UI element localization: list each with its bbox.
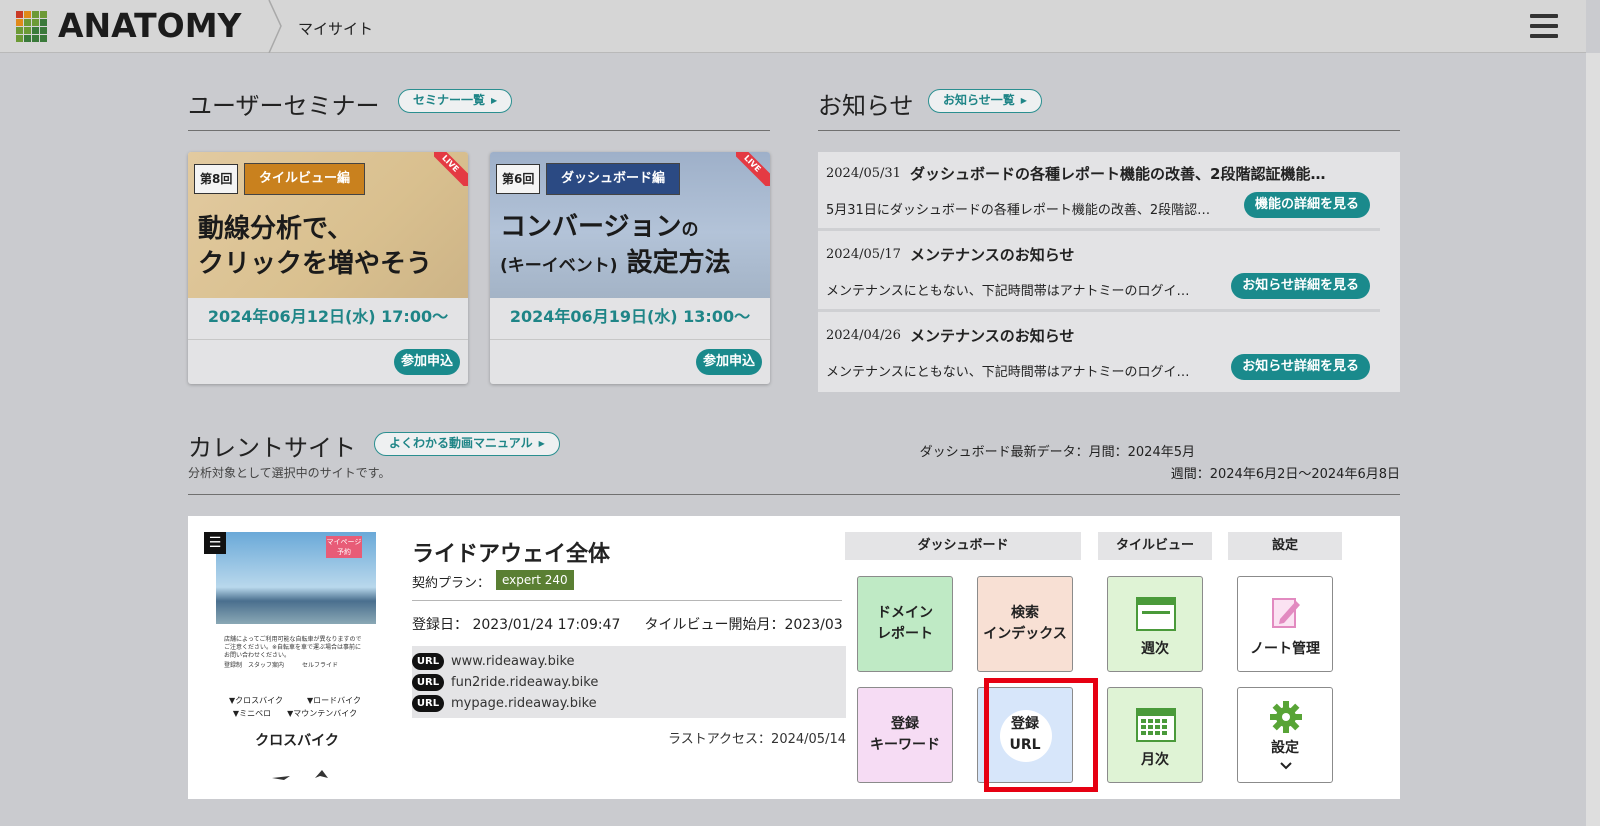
news-title[interactable]: メンテナンスのお知らせ (910, 244, 1370, 265)
url-tag: URL (412, 695, 444, 712)
news-detail-button[interactable]: お知らせ詳細を見る (1231, 354, 1370, 380)
settings-column-header: 設定 (1228, 532, 1342, 560)
live-ribbon: LIVE (736, 152, 770, 186)
plan-label: 契約プラン： (412, 576, 491, 591)
selection-highlight (984, 678, 1098, 792)
seminar-card[interactable]: 第8回 タイルビュー編 LIVE 動線分析で、 クリックを増やそう 2024年0… (188, 152, 468, 384)
news-detail-button[interactable]: お知らせ詳細を見る (1231, 273, 1370, 299)
news-item[interactable]: 2024/04/26 メンテナンスのお知らせ メンテナンスにともない、下記時間帯… (818, 314, 1380, 393)
seminar-headline: コンバージョンの (500, 212, 699, 242)
breadcrumb-chevron-icon (268, 0, 282, 53)
divider (412, 600, 842, 601)
url-row: URL www.rideaway.bike (412, 651, 846, 672)
news-detail-button[interactable]: 機能の詳細を見る (1243, 192, 1370, 218)
domain-report-tile[interactable]: ドメイン レポート (857, 576, 953, 672)
divider (490, 339, 770, 340)
current-site-title: カレントサイト (188, 434, 356, 462)
dashboard-column-header: ダッシュボード (845, 532, 1081, 560)
news-title[interactable]: メンテナンスのお知らせ (910, 325, 1370, 346)
url-tag: URL (412, 674, 444, 691)
thumbnail-fine-print: 店舗によってご利用可能な自転車が異なりますのでご注意ください。※自転車を車で運ぶ… (224, 636, 362, 669)
anatomy-logo-icon[interactable] (16, 11, 47, 42)
url-text: www.rideaway.bike (451, 654, 575, 669)
gear-icon (1270, 701, 1302, 733)
search-index-tile[interactable]: 検索 インデックス (977, 576, 1073, 672)
hamburger-menu-icon[interactable] (1530, 14, 1558, 38)
seminar-list-link[interactable]: セミナー一覧 ▶ (398, 89, 513, 113)
thumbnail-mypage-badge: マイページ 予約 (326, 536, 362, 558)
divider (818, 130, 1400, 131)
seminar-category-badge: ダッシュボード編 (546, 163, 681, 195)
triangle-right-icon: ▶ (491, 96, 498, 105)
plan-badge: expert 240 (496, 570, 574, 590)
url-tag: URL (412, 653, 444, 670)
monthly-tile[interactable]: 月次 (1107, 687, 1203, 783)
seminar-headline: クリックを増やそう (198, 249, 433, 279)
tileview-column-header: タイルビュー (1098, 532, 1212, 560)
news-description: メンテナンスにともない、下記時間帯はアナトミーのログイ… (826, 284, 1190, 299)
url-text: fun2ride.rideaway.bike (451, 675, 599, 690)
site-name: ライドアウェイ全体 (412, 542, 611, 567)
divider (188, 130, 770, 131)
news-list: 2024/05/31 ダッシュボードの各種レポート機能の改善、2段階認証機能… … (818, 152, 1400, 392)
seminar-date: 2024年06月12日(水) 17:00～ (207, 307, 449, 326)
brand-name[interactable]: ANATOMY (58, 6, 241, 45)
thumbnail-links: ▼クロスバイク ▼ロードバイク ▼ミニベロ ▼マウンテンバイク (229, 696, 361, 718)
news-description: メンテナンスにともない、下記時間帯はアナトミーのログイ… (826, 365, 1190, 380)
menu-icon: ☰ (204, 532, 226, 554)
seminar-headline: (キーイベント) 設定方法 (500, 248, 731, 278)
seminar-section-title: ユーザーセミナー (188, 92, 380, 120)
news-section-title: お知らせ (818, 92, 914, 120)
news-date: 2024/05/17 (826, 247, 901, 262)
calendar-grid-icon (1136, 708, 1176, 742)
seminar-headline: 動線分析で、 (198, 214, 353, 244)
news-date: 2024/05/31 (826, 166, 901, 181)
page-scrollbar[interactable] (1586, 53, 1600, 826)
current-site-subtitle: 分析対象として選択中のサイトです。 (188, 466, 391, 480)
seminar-number: 第6回 (496, 164, 541, 194)
dashboard-data-monthly: ダッシュボード最新データ：月間：2024年5月 (919, 445, 1195, 460)
note-edit-icon (1272, 598, 1300, 628)
current-site-panel: ☰ マイページ 予約 店舗によってご利用可能な自転車が異なりますのでご注意ください… (188, 516, 1400, 799)
last-access: ラストアクセス：2024/05/14 (667, 732, 846, 747)
note-management-tile[interactable]: ノート管理 (1237, 576, 1333, 672)
news-description: 5月31日にダッシュボードの各種レポート機能の改善、2段階認… (826, 203, 1211, 218)
news-title[interactable]: ダッシュボードの各種レポート機能の改善、2段階認証機能… (910, 163, 1370, 184)
weekly-tile[interactable]: 週次 (1107, 576, 1203, 672)
registration-info: 登録日： 2023/01/24 17:09:47 タイルビュー開始月：2023/0… (412, 617, 843, 633)
seminar-apply-button[interactable]: 参加申込 (695, 349, 762, 375)
url-row: URL mypage.rideaway.bike (412, 693, 846, 714)
divider (188, 494, 1400, 495)
news-date: 2024/04/26 (826, 328, 901, 343)
settings-tile[interactable]: 設定 (1237, 687, 1333, 783)
seminar-date: 2024年06月19日(水) 13:00～ (509, 307, 751, 326)
chevron-down-icon (1280, 762, 1292, 770)
top-header: ANATOMY マイサイト (0, 0, 1586, 53)
url-list: URL www.rideaway.bike URL fun2ride.rideawa… (412, 646, 846, 718)
news-item[interactable]: 2024/05/31 ダッシュボードの各種レポート機能の改善、2段階認証機能… … (818, 152, 1380, 231)
url-text: mypage.rideaway.bike (451, 696, 597, 711)
video-manual-link[interactable]: よくわかる動画マニュアル ▶ (374, 432, 560, 456)
calendar-icon (1136, 597, 1176, 631)
seminar-apply-button[interactable]: 参加申込 (393, 349, 460, 375)
thumbnail-category: クロスバイク (255, 733, 339, 749)
live-ribbon: LIVE (434, 152, 468, 186)
url-row: URL fun2ride.rideaway.bike (412, 672, 846, 693)
dashboard-data-weekly: 週間：2024年6月2日～2024年6月8日 (1170, 467, 1400, 482)
bike-icon (270, 764, 340, 787)
news-list-link[interactable]: お知らせ一覧 ▶ (928, 89, 1042, 113)
breadcrumb-mysite[interactable]: マイサイト (298, 18, 373, 39)
seminar-number: 第8回 (194, 164, 239, 194)
divider (188, 339, 468, 340)
site-thumbnail[interactable]: ☰ マイページ 予約 店舗によってご利用可能な自転車が異なりますのでご注意ください… (204, 532, 376, 788)
news-item[interactable]: 2024/05/17 メンテナンスのお知らせ メンテナンスにともない、下記時間帯… (818, 233, 1380, 312)
seminar-category-badge: タイルビュー編 (244, 163, 366, 195)
triangle-right-icon: ▶ (538, 439, 545, 448)
registered-keywords-tile[interactable]: 登録 キーワード (857, 687, 953, 783)
triangle-right-icon: ▶ (1020, 96, 1027, 105)
seminar-card[interactable]: 第6回 ダッシュボード編 LIVE コンバージョンの (キーイベント) 設定方法… (490, 152, 770, 384)
